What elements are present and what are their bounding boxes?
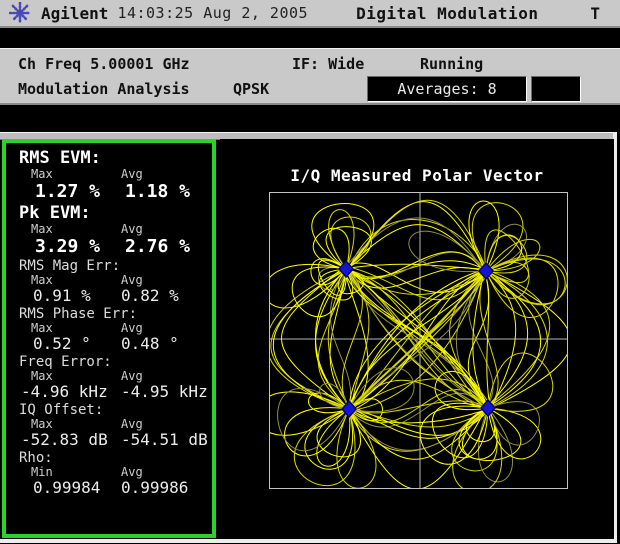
brand-label: Agilent <box>41 4 108 23</box>
agilent-logo-icon <box>9 2 31 24</box>
metric-row-rho: Rho: MinAvg 0.999840.99986 <box>19 450 212 497</box>
metric-row-rms-mag-err: RMS Mag Err: MaxAvg 0.91 %0.82 % <box>19 258 212 305</box>
metric-label: IQ Offset: <box>19 402 212 418</box>
metric-max-value: 3.29 % <box>35 236 125 257</box>
modulation-format: QPSK <box>233 80 269 98</box>
col1-header: Max <box>31 168 121 181</box>
col2-header: Avg <box>121 465 143 479</box>
title-bar: Agilent 14:03:25 Aug 2, 2005 Digital Mod… <box>0 0 620 28</box>
mode-title: Digital Modulation <box>356 4 538 23</box>
metric-row-rms-phase-err: RMS Phase Err: MaxAvg 0.52 °0.48 ° <box>19 306 212 353</box>
metric-max-value: -52.83 dB <box>21 431 121 449</box>
col2-header: Avg <box>121 167 143 181</box>
metric-avg-value: -4.95 kHz <box>121 382 208 401</box>
col2-header: Avg <box>121 273 143 287</box>
metric-label: RMS Mag Err: <box>19 258 212 274</box>
channel-frequency: Ch Freq 5.00001 GHz <box>18 55 190 73</box>
averages-readout: Averages: 8 <box>367 76 527 102</box>
polar-plot-svg <box>270 193 567 488</box>
col2-header: Avg <box>121 417 143 431</box>
metric-label: RMS EVM: <box>19 148 212 168</box>
screen-edge-bottom <box>0 539 617 543</box>
metric-avg-value: 1.18 % <box>125 181 190 202</box>
metric-label: RMS Phase Err: <box>19 306 212 322</box>
metric-row-pk-evm: Pk EVM: MaxAvg 3.29 %2.76 % <box>19 203 212 257</box>
col1-header: Max <box>31 223 121 236</box>
status-bar: Ch Freq 5.00001 GHz IF: Wide Running Mod… <box>0 48 620 105</box>
metric-avg-value: 2.76 % <box>125 236 190 257</box>
metric-avg-value: -54.51 dB <box>121 430 208 449</box>
polar-graticule <box>269 192 568 489</box>
metric-max-value: -4.96 kHz <box>21 383 121 401</box>
metric-max-value: 0.52 ° <box>33 335 121 353</box>
metric-row-iq-offset: IQ Offset: MaxAvg -52.83 dB-54.51 dB <box>19 402 212 449</box>
run-state: Running <box>420 55 483 73</box>
col2-header: Avg <box>121 321 143 335</box>
metric-avg-value: 0.82 % <box>121 286 179 305</box>
averages-label: Averages: 8 <box>397 80 496 98</box>
metric-min-value: 0.99984 <box>33 479 121 497</box>
aux-readout-box <box>531 76 581 102</box>
col2-header: Avg <box>121 222 143 236</box>
metric-row-rms-evm: RMS EVM: MaxAvg 1.27 %1.18 % <box>19 148 212 202</box>
metric-label: Freq Error: <box>19 354 212 370</box>
metric-row-freq-error: Freq Error: MaxAvg -4.96 kHz-4.95 kHz <box>19 354 212 401</box>
if-mode: IF: Wide <box>292 55 364 73</box>
metric-max-value: 0.91 % <box>33 287 121 305</box>
polar-display: I/Q Measured Polar Vector <box>220 139 614 539</box>
metric-avg-value: 0.99986 <box>121 478 188 497</box>
measurement-name: Modulation Analysis <box>18 80 190 98</box>
metric-max-value: 1.27 % <box>35 181 125 202</box>
metric-avg-value: 0.48 ° <box>121 334 179 353</box>
metric-label: Rho: <box>19 450 212 466</box>
trigger-indicator: T <box>590 4 600 23</box>
metric-label: Pk EVM: <box>19 203 212 223</box>
datetime-label: 14:03:25 Aug 2, 2005 <box>117 4 308 22</box>
col2-header: Avg <box>121 369 143 383</box>
metrics-panel: RMS EVM: MaxAvg 1.27 %1.18 % Pk EVM: Max… <box>2 139 216 538</box>
polar-title: I/Q Measured Polar Vector <box>220 166 614 185</box>
